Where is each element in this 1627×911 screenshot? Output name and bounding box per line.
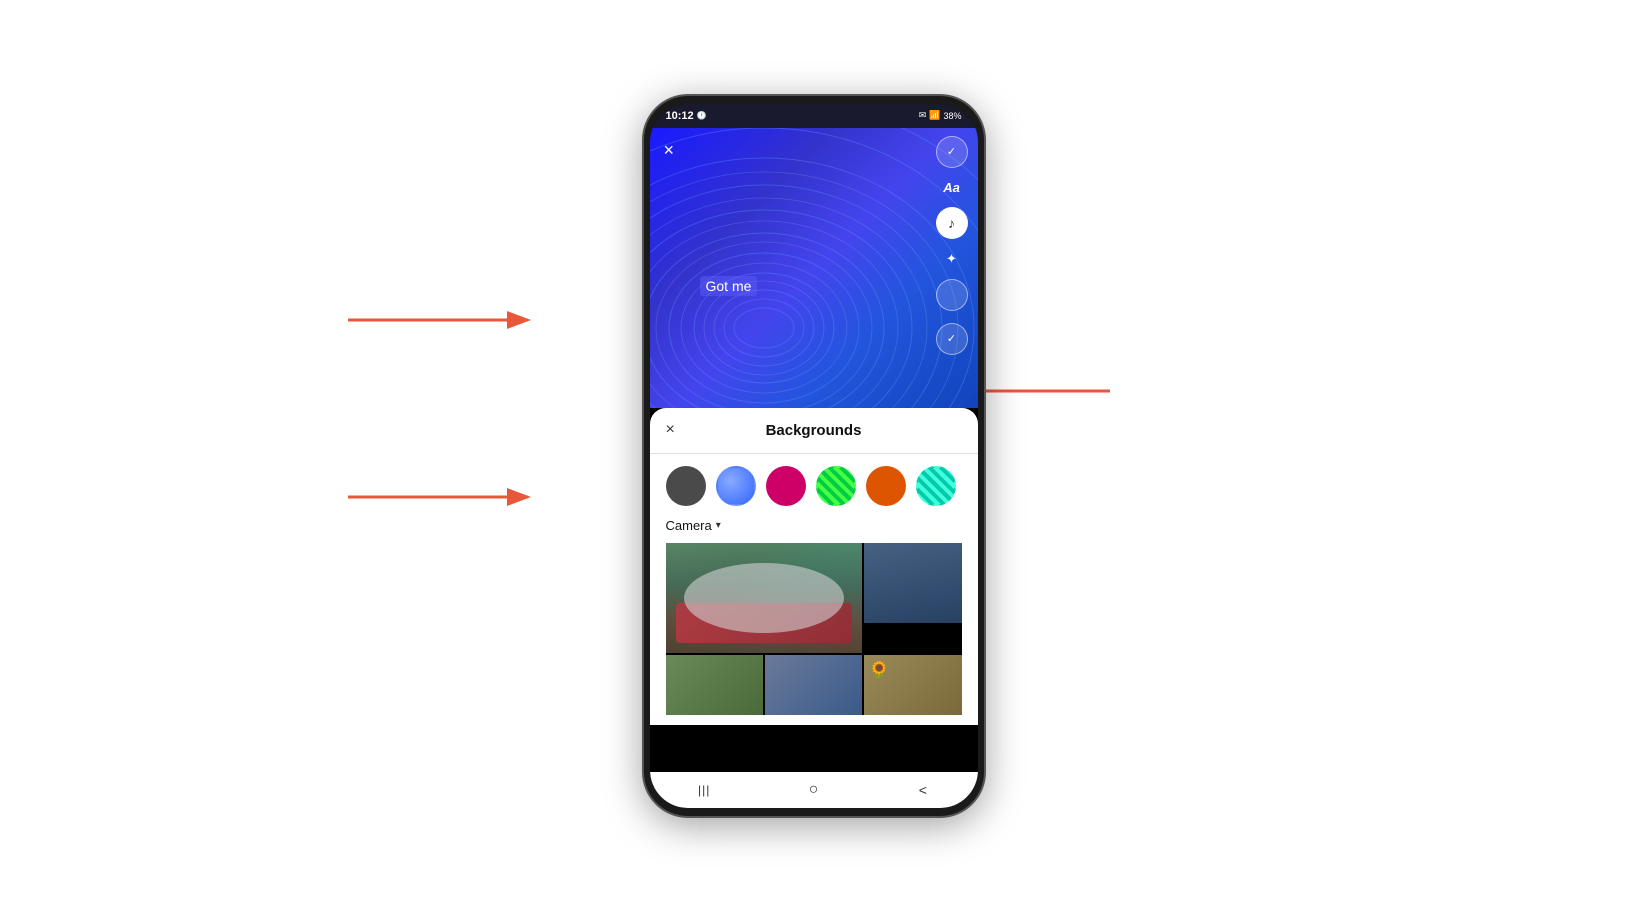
story-background [650,128,978,408]
bottom-navigation: ||| ○ < [650,772,978,808]
check-button[interactable]: ✓ [936,323,968,355]
sticker-button[interactable]: ✓ [936,136,968,168]
text-button[interactable]: Aa [943,180,960,195]
panel-title: Backgrounds [766,422,862,439]
story-close-button[interactable]: × [664,140,675,161]
story-editor: × ✓ Aa ♪ ✦ ✓ [650,128,978,772]
panel-divider [650,453,978,454]
swatch-dark-gray[interactable] [666,466,706,506]
arrow-camera [348,472,558,532]
swatch-orange[interactable] [866,466,906,506]
camera-dropdown[interactable]: Camera ▾ [666,518,962,533]
status-icons: ✉ 📶 38% [919,110,962,121]
photo-bottom-1[interactable] [666,655,763,715]
photo-main[interactable] [666,543,863,653]
swatch-green-stripe[interactable] [816,466,856,506]
story-text-overlay[interactable]: Got me [700,276,758,296]
swatch-teal-stripe[interactable] [916,466,956,506]
phone-mockup: 10:12 🕐 ✉ 📶 38% [644,96,984,816]
photo-bottom-2[interactable] [765,655,862,715]
sparkle-button[interactable]: ✦ [946,251,957,267]
status-time: 10:12 🕐 [666,110,707,122]
backgrounds-panel: × Backgrounds Camer [650,408,978,725]
oval-blur-overlay [684,563,844,633]
photo-grid: 🌻 [666,543,962,715]
arrow-got-me [348,295,558,355]
panel-header: × Backgrounds [666,422,962,439]
phone-screen: 10:12 🕐 ✉ 📶 38% [650,104,978,808]
menu-nav-button[interactable]: ||| [688,774,720,806]
phone-shell: 10:12 🕐 ✉ 📶 38% [644,96,984,816]
music-button[interactable]: ♪ [936,207,968,239]
panel-close-button[interactable]: × [666,421,675,439]
back-nav-button[interactable]: < [907,774,939,806]
right-controls: ✓ Aa ♪ ✦ ✓ [936,136,968,355]
status-bar: 10:12 🕐 ✉ 📶 38% [650,104,978,128]
swatch-blue[interactable] [716,466,756,506]
color-swatches-row [666,466,962,506]
circle-button[interactable] [936,279,968,311]
home-nav-button[interactable]: ○ [797,774,829,806]
photo-bottom-3[interactable]: 🌻 [864,655,961,715]
camera-label: Camera [666,518,712,533]
photo-side[interactable] [864,543,961,623]
chevron-down-icon: ▾ [716,520,721,531]
swatch-magenta[interactable] [766,466,806,506]
